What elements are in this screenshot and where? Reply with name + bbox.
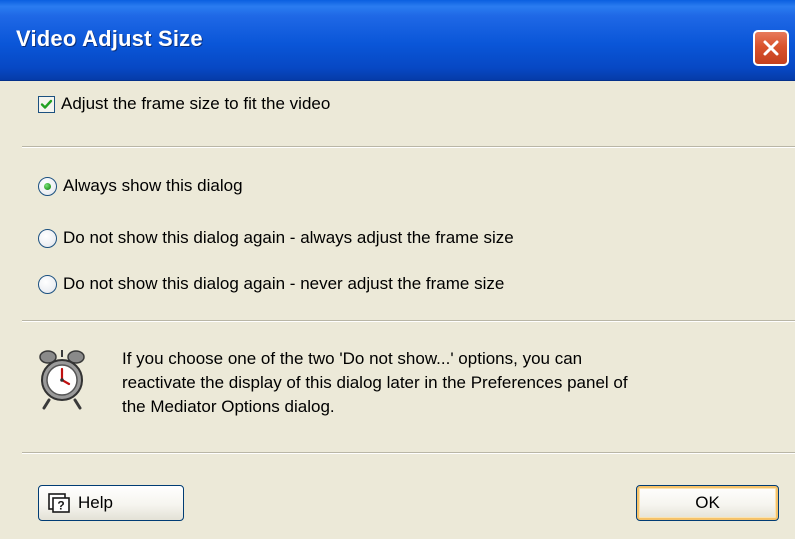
ok-button-label: OK — [695, 493, 720, 512]
radio-option-always-show[interactable]: Always show this dialog — [38, 174, 243, 198]
close-icon — [763, 40, 779, 56]
checkmark-icon — [40, 99, 53, 109]
radio-selected-dot — [44, 182, 51, 190]
radio-option-label: Do not show this dialog again - always a… — [63, 228, 514, 247]
window-title: Video Adjust Size — [16, 26, 203, 51]
help-button[interactable]: ? Help — [38, 485, 184, 521]
separator — [22, 452, 795, 454]
alarm-clock-icon — [39, 350, 85, 410]
radio-button[interactable] — [38, 228, 57, 248]
info-line: the Mediator Options dialog. — [122, 397, 335, 416]
title-bar[interactable]: Video Adjust Size — [0, 0, 795, 81]
radio-button[interactable] — [38, 176, 57, 196]
info-message: If you choose one of the two 'Do not sho… — [122, 347, 782, 419]
info-line: reactivate the display of this dialog la… — [122, 373, 628, 392]
help-icon: ? — [48, 493, 70, 513]
help-button-label: Help — [78, 493, 113, 512]
close-button[interactable] — [753, 30, 789, 66]
radio-option-never-adjust[interactable]: Do not show this dialog again - never ad… — [38, 272, 504, 296]
radio-option-label: Always show this dialog — [63, 176, 243, 195]
separator — [22, 320, 795, 322]
separator — [22, 146, 795, 148]
svg-text:?: ? — [57, 499, 64, 513]
radio-option-label: Do not show this dialog again - never ad… — [63, 274, 505, 293]
radio-button[interactable] — [38, 274, 57, 294]
ok-button[interactable]: OK — [636, 485, 779, 521]
adjust-frame-checkbox[interactable] — [38, 95, 55, 113]
adjust-frame-checkbox-row[interactable]: Adjust the frame size to fit the video — [38, 92, 330, 116]
adjust-frame-label: Adjust the frame size to fit the video — [61, 94, 331, 113]
info-line: If you choose one of the two 'Do not sho… — [122, 349, 583, 368]
radio-option-always-adjust[interactable]: Do not show this dialog again - always a… — [38, 226, 514, 250]
